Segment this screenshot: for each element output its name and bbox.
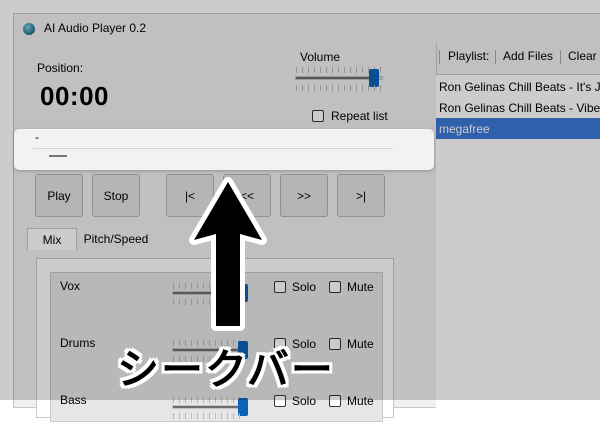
clear-button[interactable]: Clear bbox=[568, 49, 597, 63]
add-files-button[interactable]: Add Files bbox=[503, 49, 553, 63]
window-title: AI Audio Player 0.2 bbox=[44, 21, 147, 35]
playlist-item[interactable]: megafree bbox=[439, 122, 490, 136]
playlist-title: Playlist: bbox=[448, 49, 490, 63]
playlist: Ron Gelinas Chill Beats - It's Just Ron … bbox=[436, 74, 600, 415]
annotation-caption: シークバー bbox=[117, 345, 335, 394]
channel-ticks bbox=[173, 397, 243, 403]
seekbar-highlight: - bbox=[14, 129, 434, 170]
mute-checkbox[interactable] bbox=[329, 281, 341, 293]
up-arrow-icon bbox=[189, 177, 267, 331]
toolbar-separator bbox=[560, 50, 561, 64]
seekbar[interactable] bbox=[33, 148, 393, 149]
mixer-channel-bass: Bass Solo Mute bbox=[51, 393, 381, 433]
app-logo-icon bbox=[23, 23, 35, 35]
playlist-item[interactable]: Ron Gelinas Chill Beats - It's Just bbox=[439, 80, 600, 94]
channel-ticks bbox=[173, 413, 243, 419]
solo-checkbox[interactable] bbox=[274, 281, 286, 293]
toolbar-separator bbox=[495, 50, 496, 64]
channel-fill bbox=[173, 406, 245, 408]
seekbar-indicator: - bbox=[35, 130, 39, 144]
mute-label: Mute bbox=[347, 394, 374, 408]
title-bar: AI Audio Player 0.2 bbox=[14, 14, 600, 44]
channel-slider[interactable] bbox=[172, 405, 246, 409]
channel-name: Bass bbox=[60, 393, 87, 407]
volume-ticks-bottom bbox=[296, 85, 382, 91]
mute-label: Mute bbox=[347, 280, 374, 294]
position-time: 00:00 bbox=[40, 81, 109, 111]
tab-mix[interactable]: Mix bbox=[27, 228, 77, 250]
playlist-item[interactable]: Ron Gelinas Chill Beats - Vibe bbox=[439, 101, 600, 115]
seekbar-thumb[interactable] bbox=[49, 155, 67, 157]
skip-last-button[interactable]: >| bbox=[337, 174, 385, 217]
toolbar-grip bbox=[439, 50, 440, 64]
repeat-list-label: Repeat list bbox=[331, 109, 388, 123]
mute-label: Mute bbox=[347, 337, 374, 351]
play-button[interactable]: Play bbox=[35, 174, 83, 217]
repeat-list-checkbox[interactable] bbox=[312, 110, 324, 122]
tab-pitch-speed[interactable]: Pitch/Speed bbox=[78, 228, 154, 250]
channel-name: Vox bbox=[60, 279, 81, 293]
channel-name: Drums bbox=[60, 336, 96, 350]
solo-label: Solo bbox=[292, 280, 317, 294]
position-label: Position: bbox=[37, 61, 84, 75]
volume-fill bbox=[296, 77, 374, 79]
forward-button[interactable]: >> bbox=[280, 174, 328, 217]
volume-label: Volume bbox=[300, 50, 341, 64]
stop-button[interactable]: Stop bbox=[92, 174, 140, 217]
